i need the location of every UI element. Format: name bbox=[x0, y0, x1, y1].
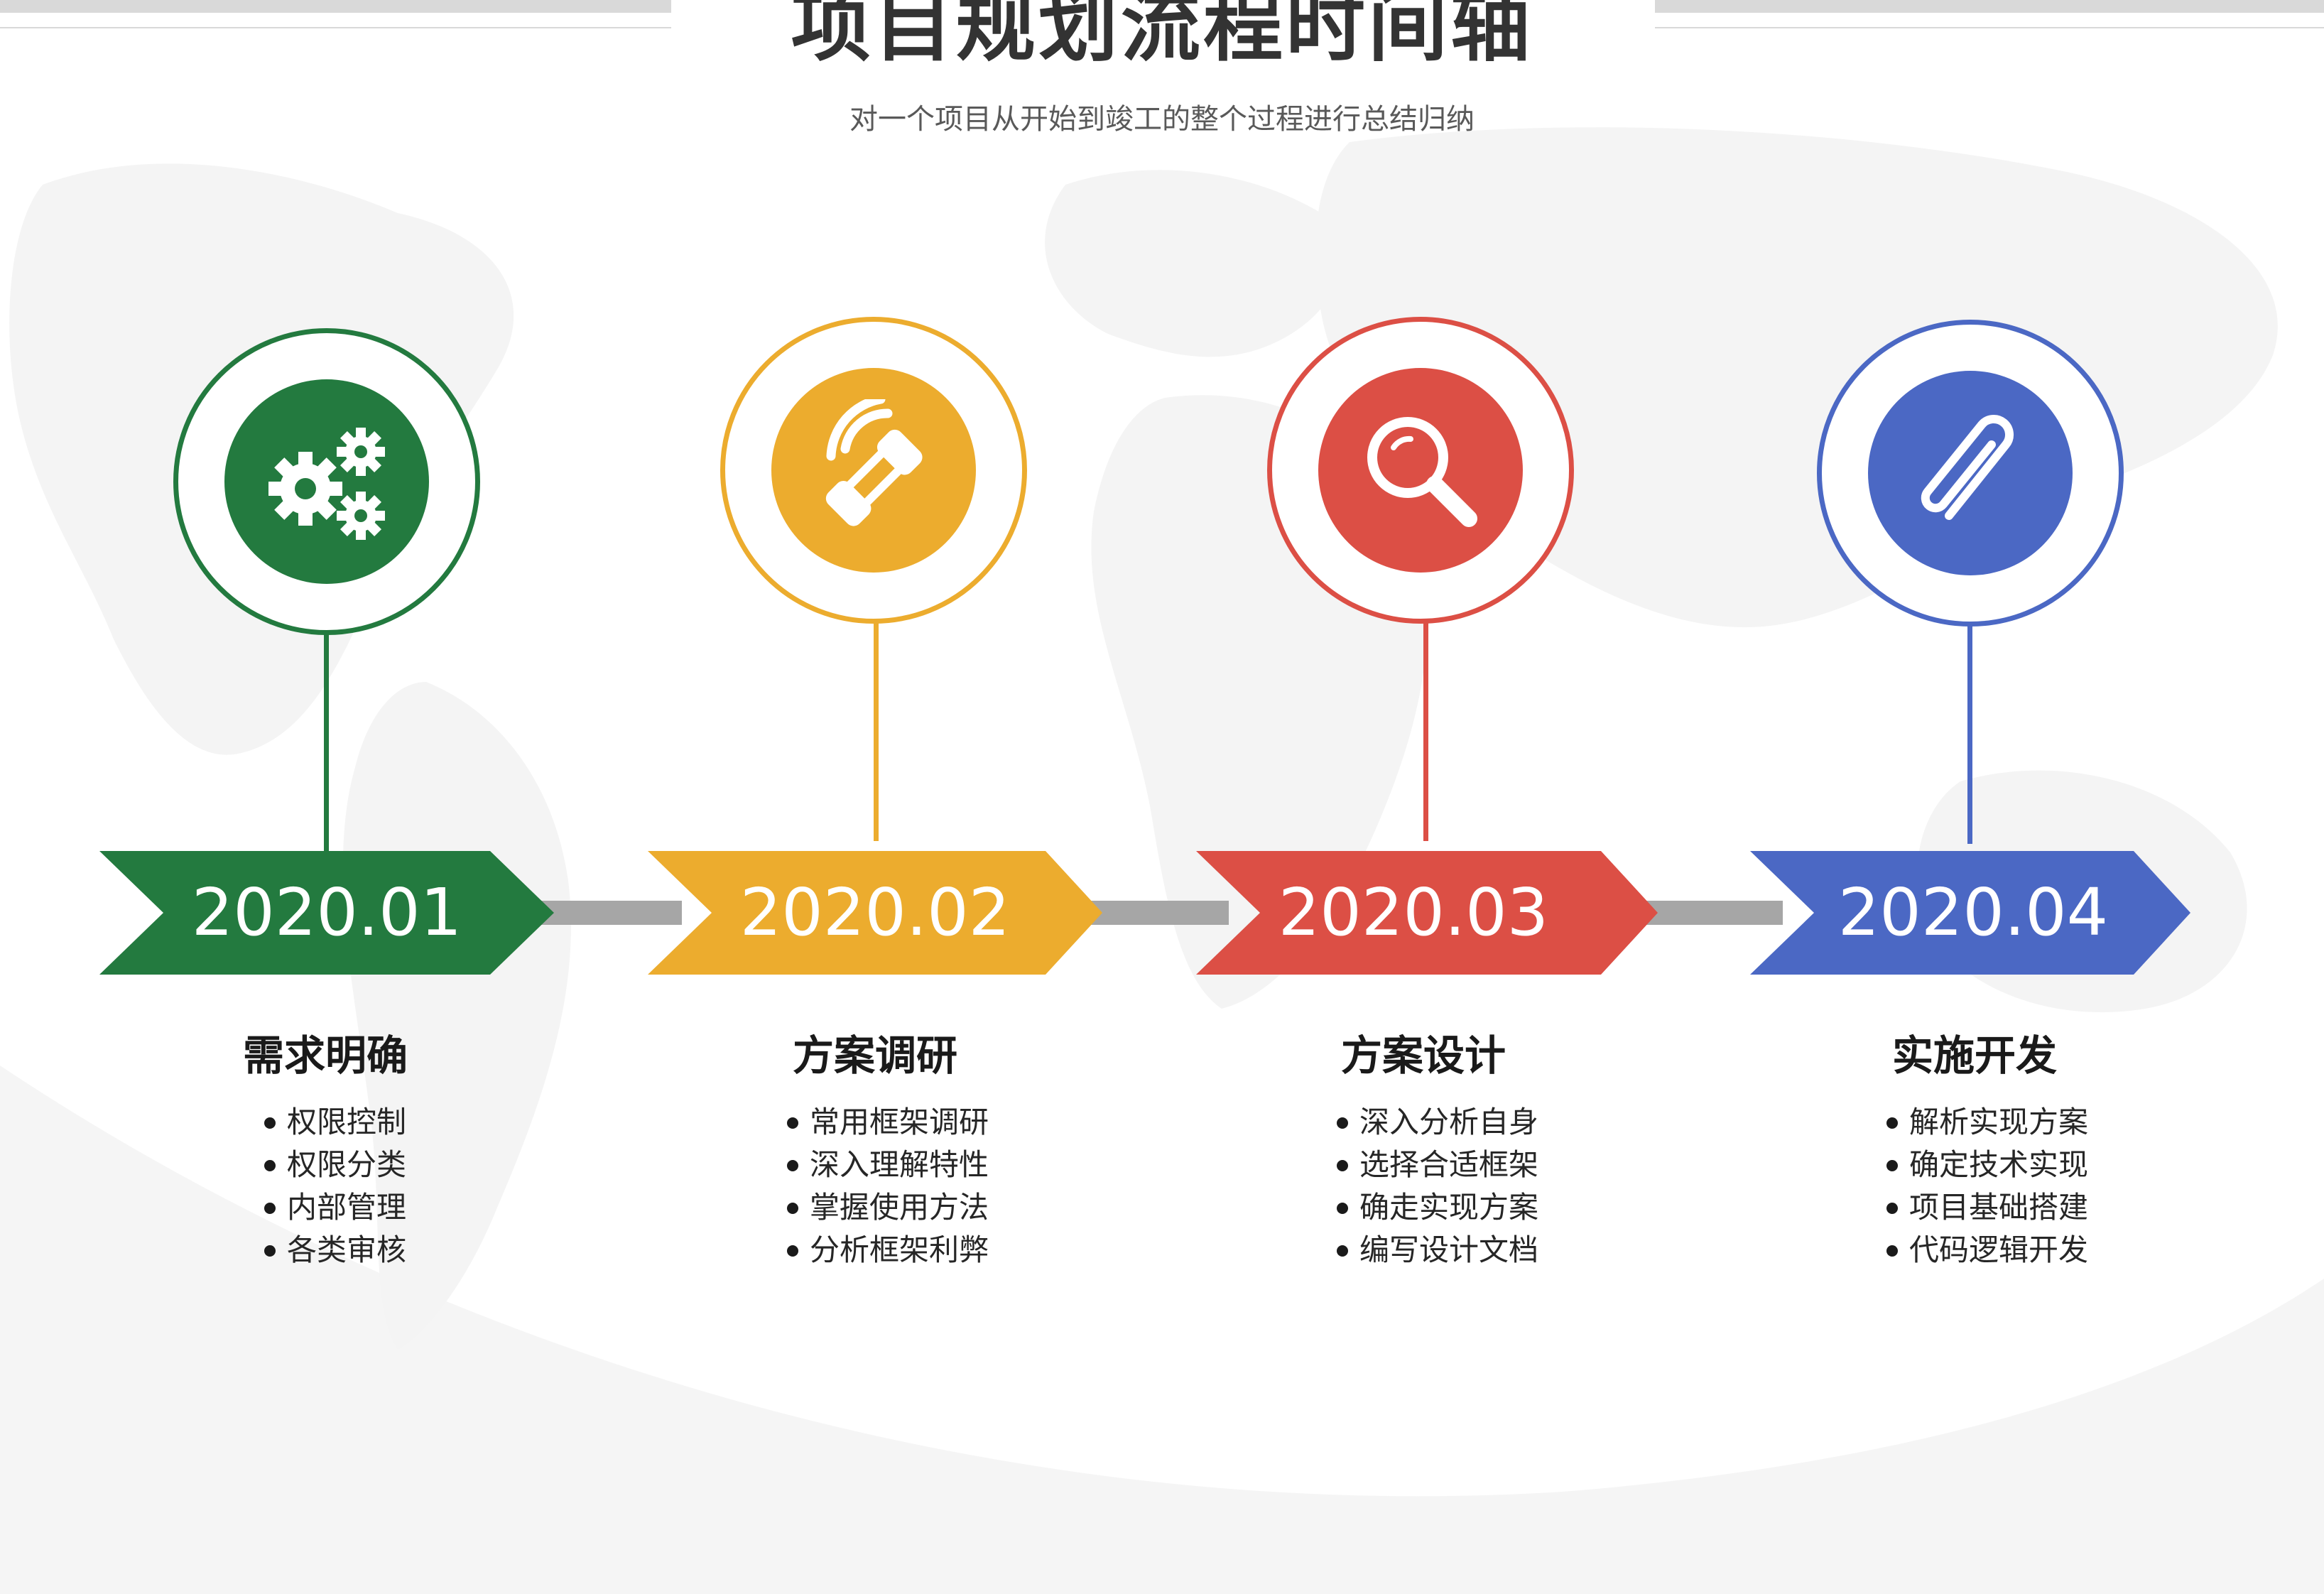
list-item: 分析框架利弊 bbox=[787, 1229, 1000, 1272]
page-subtitle: 对一个项目从开始到竣工的整个过程进行总结归纳 bbox=[849, 103, 1475, 136]
gears-icon bbox=[268, 428, 385, 540]
list-item: 各类审核 bbox=[264, 1229, 477, 1272]
step-stem bbox=[1423, 622, 1428, 841]
list-item: 深入理解特性 bbox=[787, 1144, 1000, 1186]
world-map-background bbox=[0, 127, 2324, 1594]
step-circle-inner bbox=[771, 368, 976, 573]
step-title: 方案设计 bbox=[1340, 1031, 1506, 1080]
step-circle-inner bbox=[1318, 368, 1523, 573]
step-title: 实施开发 bbox=[1891, 1031, 2057, 1080]
list-item: 确定技术实现 bbox=[1886, 1144, 2100, 1186]
phone-icon bbox=[825, 399, 923, 526]
step-date: 2020.02 bbox=[739, 874, 1011, 950]
step-items: 权限控制 权限分类 内部管理 各类审核 bbox=[264, 1101, 477, 1272]
step-title: 方案调研 bbox=[792, 1031, 957, 1080]
step-date: 2020.01 bbox=[191, 874, 462, 950]
list-item: 编写设计文档 bbox=[1337, 1229, 1550, 1272]
step-items: 深入分析自身 选择合适框架 确走实现方案 编写设计文档 bbox=[1337, 1101, 1550, 1272]
list-item: 权限控制 bbox=[264, 1101, 477, 1144]
step-circle-inner bbox=[224, 379, 429, 584]
step-circle-outer bbox=[720, 317, 1027, 624]
list-item: 项目基础搭建 bbox=[1886, 1186, 2100, 1229]
step-date: 2020.04 bbox=[1837, 874, 2109, 950]
list-item: 选择合适框架 bbox=[1337, 1144, 1550, 1186]
step-title: 需求明确 bbox=[242, 1031, 408, 1080]
list-item: 代码逻辑开发 bbox=[1886, 1229, 2100, 1272]
step-circle-outer bbox=[173, 328, 480, 635]
search-icon bbox=[1367, 417, 1477, 527]
list-item: 解析实现方案 bbox=[1886, 1101, 2100, 1144]
list-item: 掌握使用方法 bbox=[787, 1186, 1000, 1229]
step-circle-inner bbox=[1868, 371, 2073, 575]
list-item: 权限分类 bbox=[264, 1144, 477, 1186]
list-item: 确走实现方案 bbox=[1337, 1186, 1550, 1229]
step-stem bbox=[1967, 625, 1972, 844]
step-circle-outer bbox=[1267, 317, 1574, 624]
step-items: 解析实现方案 确定技术实现 项目基础搭建 代码逻辑开发 bbox=[1886, 1101, 2100, 1272]
step-stem bbox=[874, 622, 879, 841]
step-items: 常用框架调研 深入理解特性 掌握使用方法 分析框架利弊 bbox=[787, 1101, 1000, 1272]
paperclip-icon bbox=[1921, 414, 2014, 520]
list-item: 内部管理 bbox=[264, 1186, 477, 1229]
step-stem bbox=[324, 634, 329, 852]
page-title: 项目规划流程时间轴 bbox=[791, 0, 1533, 72]
step-date: 2020.03 bbox=[1278, 874, 1549, 950]
step-circle-outer bbox=[1817, 320, 2124, 627]
list-item: 深入分析自身 bbox=[1337, 1101, 1550, 1144]
list-item: 常用框架调研 bbox=[787, 1101, 1000, 1144]
